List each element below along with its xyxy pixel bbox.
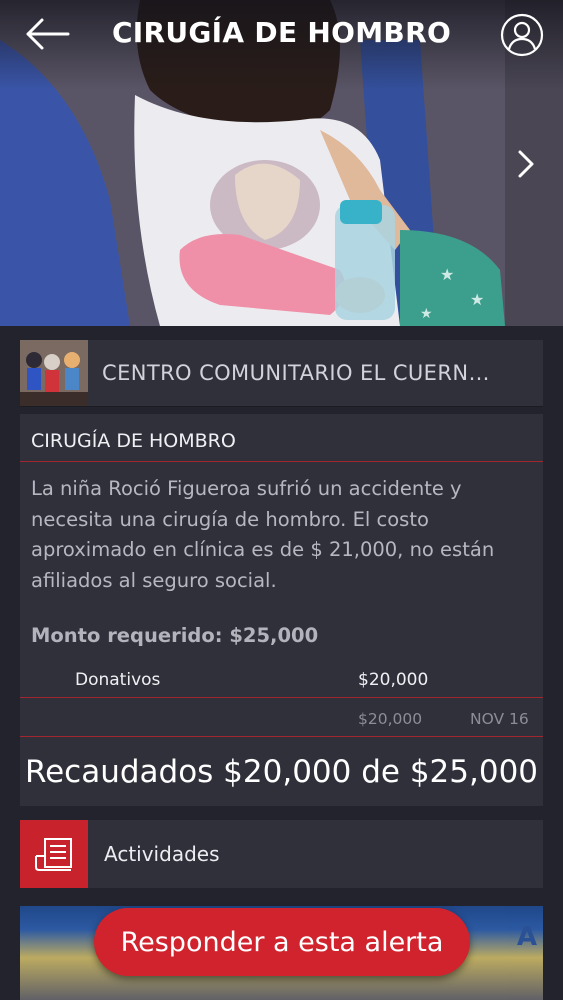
organization-avatar — [20, 340, 88, 406]
svg-text:★: ★ — [440, 265, 454, 284]
required-amount: Monto requerido: $25,000 — [31, 624, 319, 647]
alert-card: CIRUGÍA DE HOMBRO La niña Roció Figueroa… — [20, 414, 543, 806]
profile-button[interactable] — [500, 13, 544, 57]
donations-amount: $20,000 — [358, 670, 429, 690]
chevron-right-icon — [518, 150, 534, 178]
preview-text: A — [516, 922, 537, 952]
divider — [20, 461, 543, 462]
donation-entry-amount: $20,000 — [358, 710, 423, 728]
next-image-button[interactable] — [512, 148, 540, 180]
document-list-icon — [20, 820, 88, 888]
organization-row[interactable]: CENTRO COMUNITARIO EL CUERN… — [20, 340, 543, 406]
donations-label: Donativos — [75, 670, 161, 690]
donation-entry-date: NOV 16 — [470, 710, 529, 728]
raised-summary: Recaudados $20,000 de $25,000 — [24, 754, 539, 790]
activities-row[interactable]: Actividades — [20, 820, 543, 888]
divider — [20, 697, 543, 698]
page-title: CIRUGÍA DE HOMBRO — [111, 16, 452, 49]
back-button[interactable] — [22, 14, 74, 54]
arrow-left-icon — [26, 18, 70, 50]
svg-text:★: ★ — [420, 306, 433, 322]
svg-text:★: ★ — [470, 290, 484, 309]
alert-description: La niña Roció Figueroa sufrió un acciden… — [31, 477, 495, 592]
divider — [20, 736, 543, 737]
organization-name: CENTRO COMUNITARIO EL CUERN… — [102, 361, 490, 385]
user-profile-icon — [500, 13, 544, 57]
respond-alert-button[interactable]: Responder a esta alerta — [94, 908, 470, 976]
activities-label: Actividades — [104, 842, 220, 866]
alert-title: CIRUGÍA DE HOMBRO — [31, 430, 236, 452]
